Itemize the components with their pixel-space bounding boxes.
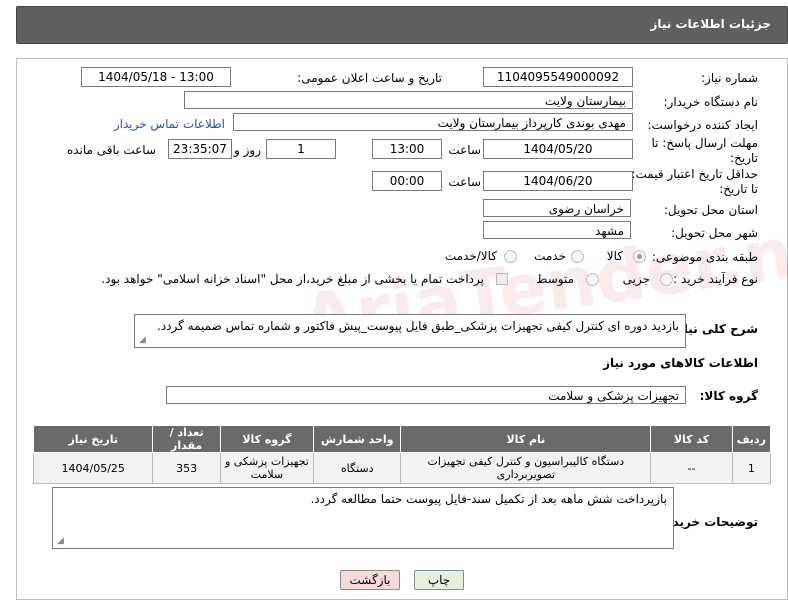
deadline-hour-label: ساعت <box>448 143 481 157</box>
remaining-time-field: 23:35:07 <box>168 139 232 159</box>
buyer-notes-textarea[interactable]: بازپرداخت شش ماهه بعد از تکمیل سند-فایل … <box>52 487 674 549</box>
validity-hour-label: ساعت <box>448 175 481 189</box>
col-header-date: تاریخ نیاز <box>32 425 154 453</box>
col-header-unit: واحد شمارش <box>313 425 402 453</box>
payment-note: پرداخت تمام یا بخشی از مبلغ خرید،از محل … <box>101 272 484 286</box>
process-radio-medium[interactable] <box>586 273 599 286</box>
category-radio-both[interactable] <box>504 250 517 263</box>
deadline-date-field: 1404/05/20 <box>483 139 633 159</box>
col-header-group: گروه کالا <box>219 425 315 453</box>
col-header-code: کد کالا <box>650 425 733 453</box>
category-option-both: کالا/خدمت <box>444 249 497 263</box>
buyer-notes-text: بازپرداخت شش ماهه بعد از تکمیل سند-فایل … <box>310 492 667 506</box>
page-header: جزئیات اطلاعات نیاز <box>16 6 788 44</box>
col-header-row: ردیف <box>731 425 772 453</box>
category-option-service: خدمت <box>534 249 566 263</box>
deadline-time-field: 13:00 <box>372 139 442 159</box>
cell-group: تجهیزات پزشکی و سلامت <box>219 452 315 484</box>
goods-group-field: تجهیزات پزشکی و سلامت <box>166 386 686 404</box>
days-label: روز و <box>234 143 261 157</box>
category-option-goods: کالا <box>606 249 623 263</box>
category-radio-service[interactable] <box>571 250 584 263</box>
buyer-org-field: بیمارستان ولایت <box>184 91 633 109</box>
province-label: استان محل تحویل: <box>663 203 758 217</box>
city-label: شهر محل تحویل: <box>671 226 758 240</box>
process-option-medium: متوسط <box>536 272 574 286</box>
need-number-label: شماره نیاز: <box>701 71 758 85</box>
back-button[interactable]: بازگشت <box>340 570 400 590</box>
goods-table: ردیف کد کالا نام کالا واحد شمارش گروه کا… <box>32 425 772 484</box>
cell-qty: 353 <box>152 452 221 484</box>
cell-code: -- <box>650 452 733 484</box>
table-row[interactable]: 1 -- دستگاه کالیبراسیون و کنترل کیفی تجه… <box>32 452 772 484</box>
city-field: مشهد <box>483 221 631 239</box>
buyer-contact-link[interactable]: اطلاعات تماس خریدار <box>114 117 225 131</box>
remaining-label: ساعت باقی مانده <box>66 143 156 157</box>
buyer-org-label: نام دستگاه خریدار: <box>663 95 759 109</box>
cell-name: دستگاه کالیبراسیون و کنترل کیفی تجهیزات … <box>400 452 652 484</box>
deadline-label: مهلت ارسال پاسخ: تا تاریخ: <box>651 136 758 165</box>
need-number-field: 1104095549000092 <box>483 67 633 87</box>
process-option-minor: جزیی <box>622 272 650 286</box>
col-header-name: نام کالا <box>400 425 652 453</box>
process-label: نوع فرآیند خرید : <box>673 272 758 286</box>
category-label: طبقه بندی موضوعی: <box>651 250 758 264</box>
resize-grip-icon[interactable]: ◢ <box>57 537 64 546</box>
goods-info-title: اطلاعات کالاهای مورد نیاز <box>603 356 758 370</box>
page-title: جزئیات اطلاعات نیاز <box>650 17 771 31</box>
province-field: خراسان رضوی <box>483 199 631 217</box>
col-header-qty: تعداد / مقدار <box>152 425 221 453</box>
category-radio-goods[interactable] <box>633 250 646 263</box>
creator-field: مهدی بوندی کارپرداز بیمارستان ولایت <box>233 113 633 131</box>
days-field: 1 <box>266 139 336 159</box>
print-button[interactable]: چاپ <box>414 570 464 590</box>
validity-date-field: 1404/06/20 <box>483 171 633 191</box>
resize-grip-icon[interactable]: ◢ <box>139 336 146 345</box>
announce-field: 1404/05/18 - 13:00 <box>81 67 231 87</box>
announce-label: تاریخ و ساعت اعلان عمومی: <box>297 71 442 85</box>
validity-label: حداقل تاریخ اعتبار قیمت: تا تاریخ: <box>631 167 758 196</box>
cell-date: 1404/05/25 <box>32 452 154 484</box>
cell-unit: دستگاه <box>313 452 402 484</box>
summary-textarea[interactable]: بازدید دوره ای کنترل کیفی تجهیزات پزشکی_… <box>134 314 686 348</box>
cell-row: 1 <box>731 452 772 484</box>
validity-time-field: 00:00 <box>372 171 442 191</box>
treasury-checkbox[interactable] <box>496 273 508 285</box>
creator-label: ایجاد کننده درخواست: <box>647 118 758 132</box>
summary-text: بازدید دوره ای کنترل کیفی تجهیزات پزشکی_… <box>157 319 679 333</box>
process-radio-minor[interactable] <box>660 273 673 286</box>
goods-group-label: گروه کالا: <box>699 389 758 403</box>
